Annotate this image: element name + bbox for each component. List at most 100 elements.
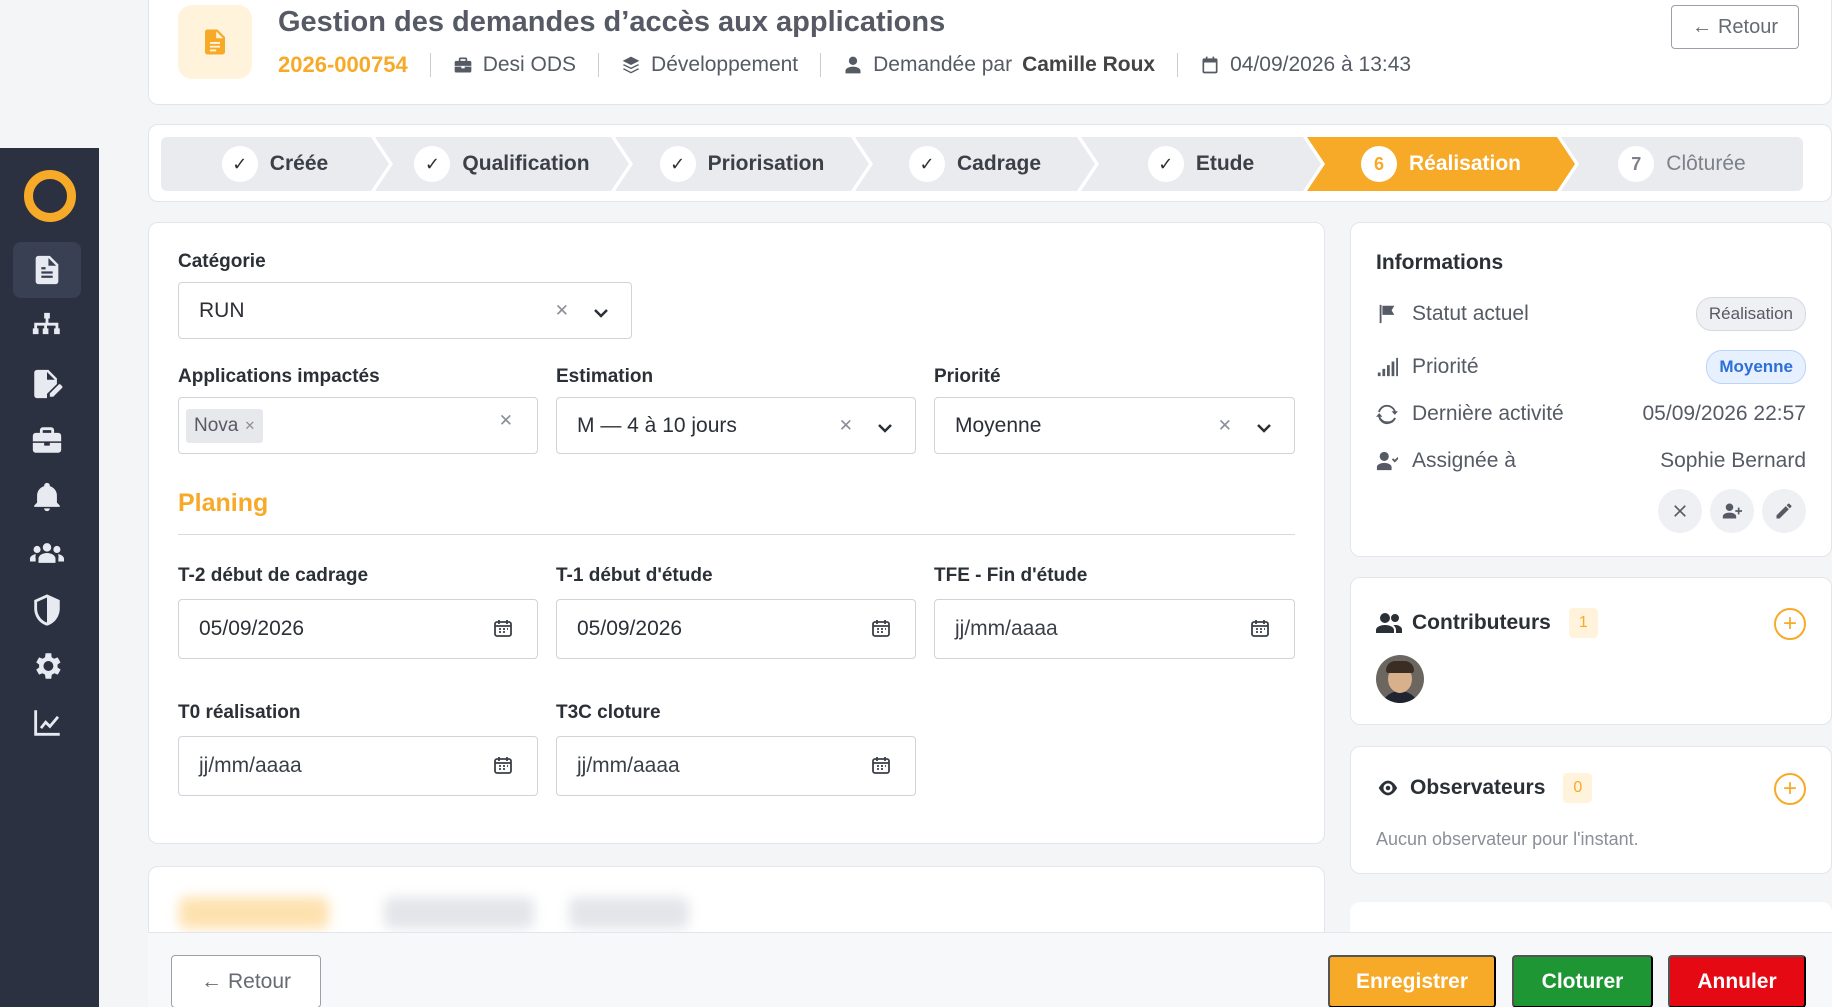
requester-name: Camille Roux bbox=[1022, 53, 1156, 76]
sidebar-item-projects[interactable] bbox=[13, 412, 81, 468]
clear-icon[interactable]: ✕ bbox=[555, 301, 569, 321]
user-icon bbox=[845, 56, 861, 74]
meta-divider bbox=[1177, 53, 1179, 77]
sidebar-item-requests[interactable] bbox=[13, 242, 81, 298]
tfe-date-input[interactable]: jj/mm/aaaa bbox=[934, 599, 1295, 659]
calendar-icon[interactable] bbox=[871, 755, 891, 781]
section-divider bbox=[178, 534, 1295, 535]
briefcase-icon bbox=[454, 57, 472, 73]
info-title: Informations bbox=[1376, 251, 1504, 274]
shield-icon bbox=[34, 594, 60, 626]
step-cadrage[interactable]: ✓ Cadrage bbox=[855, 137, 1095, 191]
t0-date-input[interactable]: jj/mm/aaaa bbox=[178, 736, 538, 796]
eye-icon bbox=[1378, 780, 1398, 796]
arrow-left-icon: ← bbox=[200, 969, 222, 993]
file-edit-icon bbox=[34, 369, 63, 399]
refresh-icon bbox=[1376, 404, 1398, 425]
t3c-date-input[interactable]: jj/mm/aaaa bbox=[556, 736, 916, 796]
planning-title: Planing bbox=[178, 489, 269, 517]
back-button[interactable]: ← Retour bbox=[171, 955, 321, 1007]
step-realisation[interactable]: 6 Réalisation bbox=[1307, 137, 1575, 191]
t0-value: jj/mm/aaaa bbox=[199, 754, 302, 777]
priority-info-label: Priorité bbox=[1412, 355, 1479, 378]
assignee-actions bbox=[1658, 489, 1806, 533]
chevron-down-icon[interactable] bbox=[593, 303, 608, 318]
avatar[interactable] bbox=[1376, 655, 1424, 703]
sidebar bbox=[0, 148, 99, 1007]
meta-divider bbox=[820, 53, 822, 77]
step-label: Cadrage bbox=[956, 152, 1042, 175]
blurred-tab bbox=[384, 897, 534, 929]
add-observer-button[interactable]: + bbox=[1774, 773, 1806, 805]
edit-assignee-button[interactable] bbox=[1762, 489, 1806, 533]
sidebar-item-settings[interactable] bbox=[13, 638, 81, 694]
t2-value: 05/09/2026 bbox=[199, 617, 305, 640]
environment-name: Développement bbox=[651, 53, 799, 76]
requested-by-prefix: Demandée par bbox=[873, 53, 1013, 76]
category-label: Catégorie bbox=[178, 251, 266, 272]
chevron-down-icon[interactable] bbox=[877, 418, 892, 433]
chevron-down-icon[interactable] bbox=[1256, 418, 1271, 433]
request-header: Gestion des demandes d’accès aux applica… bbox=[148, 0, 1832, 105]
request-meta: 2026-000754 Desi ODS Développement Deman… bbox=[278, 52, 1411, 78]
sidebar-item-edit[interactable] bbox=[13, 356, 81, 412]
sidebar-item-organization[interactable] bbox=[13, 299, 81, 355]
priority-label: Priorité bbox=[934, 366, 1001, 387]
close-request-button[interactable]: Cloturer bbox=[1512, 955, 1653, 1007]
estimation-value: M — 4 à 10 jours bbox=[577, 413, 737, 437]
sitemap-icon bbox=[32, 312, 60, 335]
request-reference: 2026-000754 bbox=[278, 52, 408, 77]
cancel-button[interactable]: Annuler bbox=[1668, 955, 1806, 1007]
estimation-select[interactable]: M — 4 à 10 jours ✕ bbox=[556, 397, 916, 454]
remove-tag-icon[interactable]: ✕ bbox=[244, 418, 255, 434]
unassign-button[interactable] bbox=[1658, 489, 1702, 533]
clear-icon[interactable]: ✕ bbox=[839, 416, 853, 436]
sidebar-item-analytics[interactable] bbox=[13, 695, 81, 751]
step-priorisation[interactable]: ✓ Priorisation bbox=[615, 137, 869, 191]
add-assignee-button[interactable] bbox=[1710, 489, 1754, 533]
step-creee[interactable]: ✓ Créée bbox=[161, 137, 389, 191]
step-qualification[interactable]: ✓ Qualification bbox=[375, 137, 629, 191]
info-priority-row: Priorité Moyenne bbox=[1376, 350, 1806, 384]
step-number: 6 bbox=[1361, 146, 1397, 182]
app-tag-label: Nova bbox=[194, 414, 239, 436]
application-name: Desi ODS bbox=[482, 53, 577, 76]
clear-icon[interactable]: ✕ bbox=[499, 411, 513, 431]
sidebar-item-security[interactable] bbox=[13, 582, 81, 638]
save-button[interactable]: Enregistrer bbox=[1328, 955, 1496, 1007]
meta-divider bbox=[598, 53, 600, 77]
meta-divider bbox=[429, 53, 431, 77]
step-etude[interactable]: ✓ Etude bbox=[1081, 137, 1321, 191]
header-back-label: Retour bbox=[1717, 15, 1779, 38]
meta-requester: Demandée par Camille Roux bbox=[843, 53, 1155, 77]
apps-multiselect[interactable]: Nova ✕ ✕ bbox=[178, 397, 538, 454]
add-contributor-button[interactable]: + bbox=[1774, 608, 1806, 640]
calendar-icon bbox=[1202, 56, 1218, 74]
sidebar-item-notifications[interactable] bbox=[13, 469, 81, 525]
step-number: 7 bbox=[1618, 146, 1655, 182]
step-label: Créée bbox=[269, 152, 329, 175]
category-select[interactable]: RUN ✕ bbox=[178, 282, 632, 339]
header-back-button[interactable]: ← Retour bbox=[1671, 5, 1799, 49]
calendar-icon[interactable] bbox=[493, 618, 513, 644]
t2-date-input[interactable]: 05/09/2026 bbox=[178, 599, 538, 659]
sidebar-item-users[interactable] bbox=[13, 525, 81, 581]
step-label: Etude bbox=[1195, 152, 1255, 175]
app-logo[interactable] bbox=[24, 170, 76, 222]
user-check-icon bbox=[1376, 451, 1398, 471]
request-form: Catégorie RUN ✕ Applications impactés No… bbox=[148, 222, 1325, 844]
calendar-icon[interactable] bbox=[871, 618, 891, 644]
calendar-icon[interactable] bbox=[493, 755, 513, 781]
action-footer: ← Retour Enregistrer Cloturer Annuler bbox=[148, 932, 1832, 1007]
close-icon bbox=[1674, 505, 1686, 517]
tfe-label: TFE - Fin d'étude bbox=[934, 565, 1088, 586]
t1-date-input[interactable]: 05/09/2026 bbox=[556, 599, 916, 659]
document-badge bbox=[178, 5, 252, 79]
step-cloturee[interactable]: 7 Clôturée bbox=[1561, 137, 1803, 191]
info-assignee-row: Assignée à Sophie Bernard bbox=[1376, 449, 1806, 473]
blurred-tab bbox=[179, 897, 329, 929]
clear-icon[interactable]: ✕ bbox=[1218, 416, 1232, 436]
priority-select[interactable]: Moyenne ✕ bbox=[934, 397, 1295, 454]
estimation-label: Estimation bbox=[556, 366, 654, 387]
calendar-icon[interactable] bbox=[1250, 618, 1270, 644]
